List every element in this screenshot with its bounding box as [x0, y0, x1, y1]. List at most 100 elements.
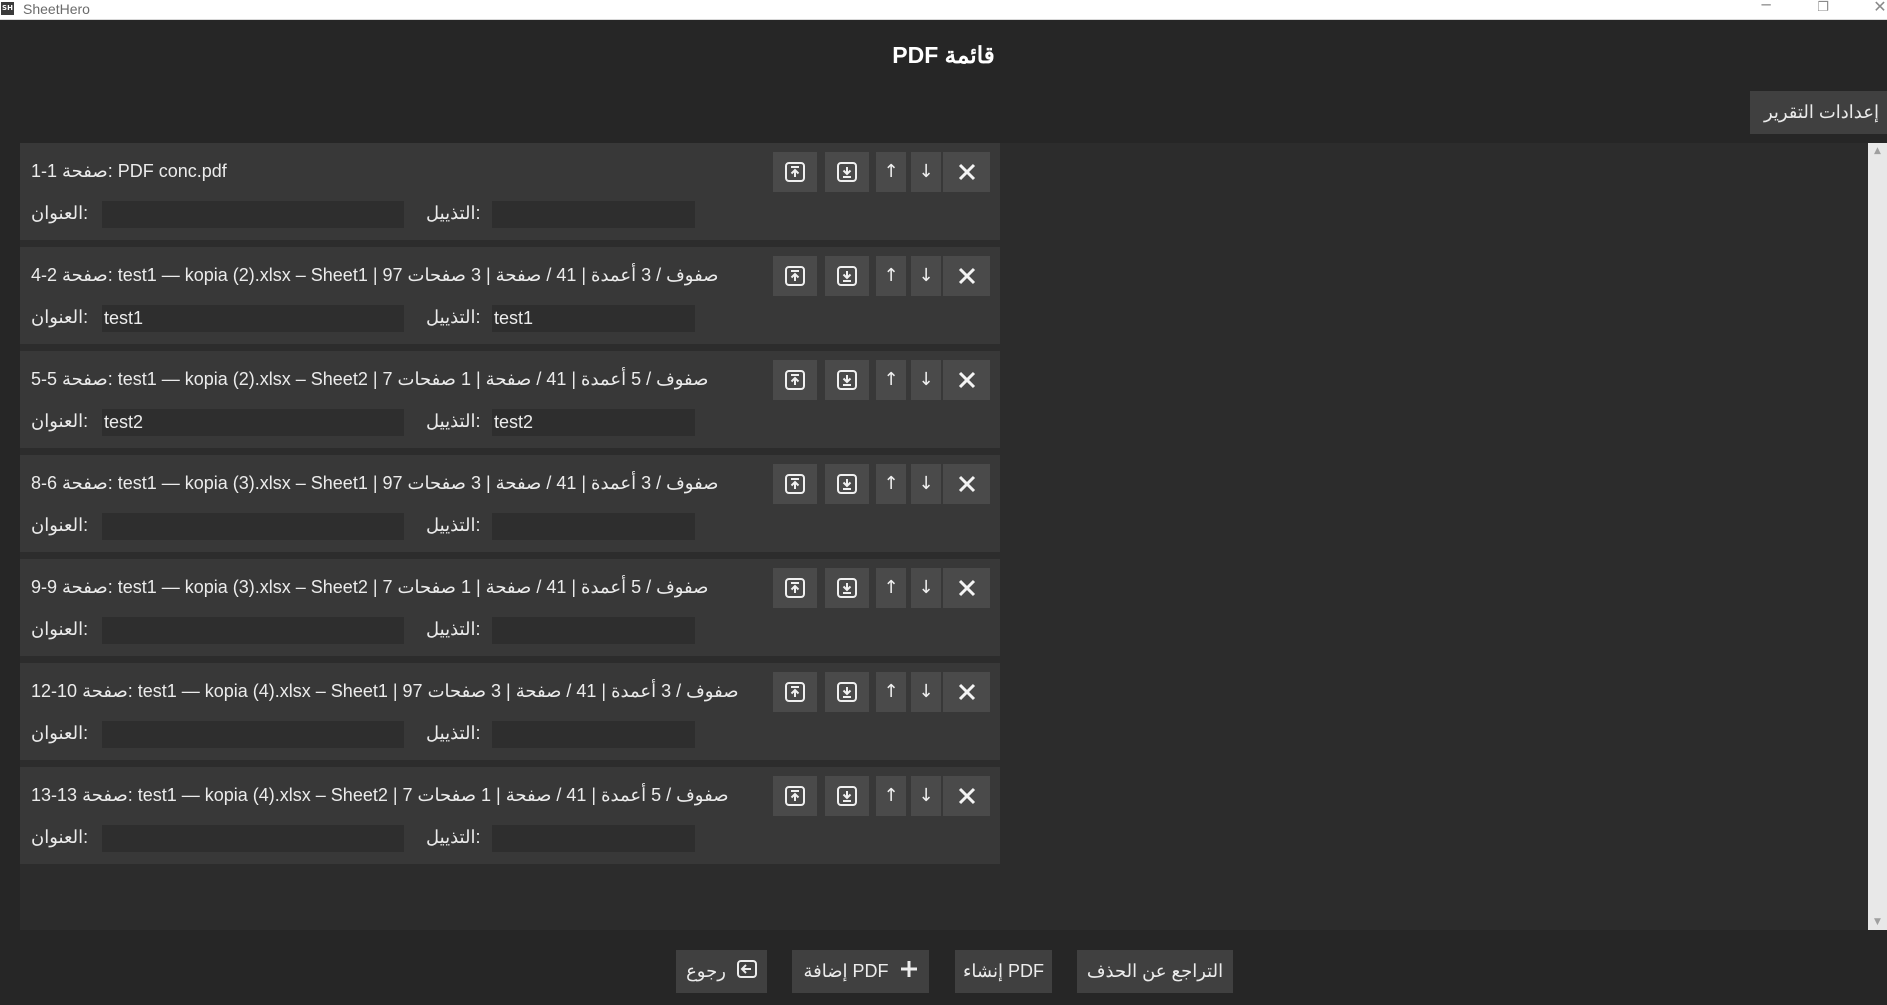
title-input[interactable] — [102, 825, 404, 852]
move-to-top-icon — [773, 578, 817, 598]
move-up-button[interactable]: ↑ — [876, 464, 906, 504]
page-title: PDF قائمة — [892, 42, 995, 68]
move-up-button[interactable]: ↑ — [876, 256, 906, 296]
move-up-button[interactable]: ↑ — [876, 568, 906, 608]
add-pdf-button[interactable]: إضافة PDF — [792, 950, 929, 993]
pdf-entry: صفحة 10-12: test1 — kopia (4).xlsx – She… — [20, 663, 1000, 760]
title-input[interactable] — [102, 721, 404, 748]
entry-label: صفحة 2-4: test1 — kopia (2).xlsx – Sheet… — [31, 265, 719, 285]
move-to-bottom-button[interactable] — [825, 152, 869, 192]
undo-delete-button[interactable]: التراجع عن الحذف — [1077, 950, 1233, 993]
move-down-button[interactable]: ↓ — [911, 672, 941, 712]
close-icon — [943, 683, 990, 701]
back-button[interactable]: رجوع — [676, 950, 767, 993]
move-to-bottom-button[interactable] — [825, 568, 869, 608]
make-pdf-button[interactable]: إنشاء PDF — [955, 950, 1052, 993]
move-down-button[interactable]: ↓ — [911, 464, 941, 504]
move-to-bottom-button[interactable] — [825, 360, 869, 400]
pdf-entry: صفحة 13-13: test1 — kopia (4).xlsx – She… — [20, 767, 1000, 864]
move-to-bottom-button[interactable] — [825, 256, 869, 296]
delete-entry-button[interactable] — [943, 776, 990, 816]
footer-label: التذييل: — [426, 619, 481, 639]
move-to-bottom-button[interactable] — [825, 464, 869, 504]
move-down-button[interactable]: ↓ — [911, 256, 941, 296]
move-to-top-button[interactable] — [773, 152, 817, 192]
move-to-bottom-icon — [825, 370, 869, 390]
app-logo-icon: SH — [1, 2, 14, 15]
title-label: العنوان: — [31, 203, 89, 223]
footer-input[interactable]: test2 — [492, 409, 695, 436]
move-to-top-icon — [773, 370, 817, 390]
title-input[interactable] — [102, 201, 404, 228]
move-to-bottom-button[interactable] — [825, 672, 869, 712]
window-close-button[interactable]: ✕ — [1860, 0, 1887, 20]
footer-input[interactable]: test1 — [492, 305, 695, 332]
move-down-button[interactable]: ↓ — [911, 776, 941, 816]
close-icon — [943, 371, 990, 389]
footer-label: التذييل: — [426, 515, 481, 535]
move-to-top-button[interactable] — [773, 776, 817, 816]
title-input[interactable] — [102, 513, 404, 540]
move-to-top-button[interactable] — [773, 360, 817, 400]
title-label: العنوان: — [31, 515, 89, 535]
back-arrow-icon — [736, 951, 757, 994]
move-to-bottom-icon — [825, 162, 869, 182]
pdf-entry: صفحة 9-9: test1 — kopia (3).xlsx – Sheet… — [20, 559, 1000, 656]
window-titlebar: SH SheetHero ─ ❐ ✕ — [0, 0, 1887, 20]
delete-entry-button[interactable] — [943, 256, 990, 296]
title-label: العنوان: — [31, 411, 89, 431]
close-icon — [943, 787, 990, 805]
move-to-bottom-icon — [825, 474, 869, 494]
back-button-label: رجوع — [686, 961, 726, 981]
delete-entry-button[interactable] — [943, 568, 990, 608]
move-down-button[interactable]: ↓ — [911, 152, 941, 192]
entry-label: صفحة 5-5: test1 — kopia (2).xlsx – Sheet… — [31, 369, 709, 389]
delete-entry-button[interactable] — [943, 360, 990, 400]
footer-label: التذييل: — [426, 307, 481, 327]
title-input[interactable] — [102, 617, 404, 644]
title-input[interactable]: test2 — [102, 409, 404, 436]
move-to-top-icon — [773, 474, 817, 494]
delete-entry-button[interactable] — [943, 152, 990, 192]
move-to-top-button[interactable] — [773, 256, 817, 296]
scroll-up-arrow-icon[interactable]: ▲ — [1868, 146, 1887, 156]
footer-input[interactable] — [492, 825, 695, 852]
move-down-button[interactable]: ↓ — [911, 360, 941, 400]
title-label: العنوان: — [31, 619, 89, 639]
title-input[interactable]: test1 — [102, 305, 404, 332]
move-to-bottom-button[interactable] — [825, 776, 869, 816]
move-up-button[interactable]: ↑ — [876, 672, 906, 712]
app-title: SheetHero — [23, 1, 90, 17]
footer-input[interactable] — [492, 721, 695, 748]
move-up-button[interactable]: ↑ — [876, 152, 906, 192]
move-to-top-button[interactable] — [773, 464, 817, 504]
maximize-button[interactable]: ❐ — [1803, 1, 1843, 21]
report-settings-button[interactable]: إعدادات التقرير — [1750, 91, 1887, 134]
move-to-bottom-icon — [825, 786, 869, 806]
footer-label: التذييل: — [426, 723, 481, 743]
delete-entry-button[interactable] — [943, 464, 990, 504]
footer-input[interactable] — [492, 201, 695, 228]
scroll-down-arrow-icon[interactable]: ▼ — [1868, 917, 1887, 927]
entry-label: صفحة 6-8: test1 — kopia (3).xlsx – Sheet… — [31, 473, 719, 493]
footer-input[interactable] — [492, 513, 695, 540]
move-to-top-icon — [773, 682, 817, 702]
move-down-button[interactable]: ↓ — [911, 568, 941, 608]
title-label: العنوان: — [31, 723, 89, 743]
list-scrollbar[interactable]: ▲ ▼ — [1868, 143, 1887, 930]
entry-label: صفحة 1-1: PDF conc.pdf — [31, 161, 227, 181]
move-to-top-icon — [773, 786, 817, 806]
move-up-button[interactable]: ↑ — [876, 776, 906, 816]
move-to-top-icon — [773, 162, 817, 182]
entry-label: صفحة 13-13: test1 — kopia (4).xlsx – She… — [31, 785, 729, 805]
move-to-bottom-icon — [825, 578, 869, 598]
minimize-button[interactable]: ─ — [1746, 0, 1786, 18]
delete-entry-button[interactable] — [943, 672, 990, 712]
footer-label: التذييل: — [426, 411, 481, 431]
move-to-top-button[interactable] — [773, 672, 817, 712]
move-to-top-button[interactable] — [773, 568, 817, 608]
plus-icon — [900, 951, 918, 994]
move-up-button[interactable]: ↑ — [876, 360, 906, 400]
footer-input[interactable] — [492, 617, 695, 644]
close-icon — [943, 163, 990, 181]
